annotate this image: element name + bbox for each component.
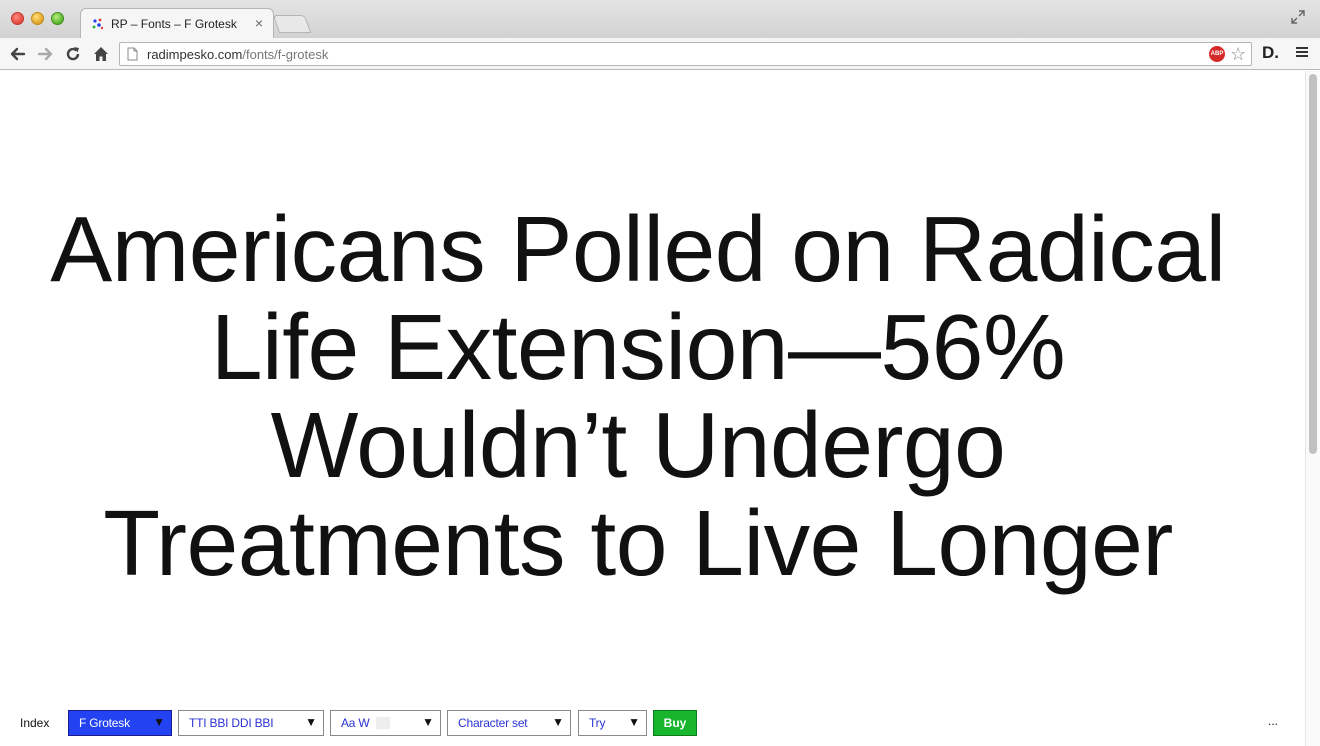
font-styles-select[interactable]: TTI BBI DDI BBI ▼ [178,710,324,736]
reload-icon[interactable] [63,44,83,64]
headline-line: Treatments to Live Longer [103,491,1173,595]
url-domain: radimpesko.com [147,47,243,62]
more-button[interactable]: ... [1268,714,1278,728]
headline-line: Life Extension—56% [210,295,1066,399]
minimize-window-button[interactable] [31,12,44,25]
try-select[interactable]: Try ▼ [578,710,647,736]
character-set-label: Character set [458,716,528,730]
close-window-button[interactable] [11,12,24,25]
chevron-down-icon: ▼ [153,715,165,729]
try-label: Try [589,716,606,730]
url-path: /fonts/f-grotesk [242,47,329,62]
browser-tab[interactable]: RP – Fonts – F Grotesk × [80,8,274,38]
character-set-select[interactable]: Character set ▼ [447,710,571,736]
tab-strip: RP – Fonts – F Grotesk × [0,0,1320,38]
font-family-label: F Grotesk [79,716,130,730]
chevron-down-icon: ▼ [305,715,317,729]
scrollbar[interactable] [1305,71,1320,746]
font-family-select[interactable]: F Grotesk ▼ [68,710,172,736]
chevron-down-icon: ▼ [552,715,564,729]
color-swatch[interactable] [375,717,390,729]
index-link[interactable]: Index [20,716,49,730]
back-icon[interactable] [8,44,28,64]
scrollbar-thumb[interactable] [1309,74,1317,454]
specimen-headline[interactable]: Americans Polled on Radical Life Extensi… [0,200,1276,592]
close-icon[interactable]: × [255,15,263,31]
headline-line: Wouldn’t Undergo [270,393,1006,497]
font-controls-bar: Index F Grotesk ▼ TTI BBI DDI BBI ▼ Aa W… [0,710,1305,740]
menu-icon[interactable] [1296,46,1308,58]
forward-icon[interactable] [35,44,55,64]
tab-title: RP – Fonts – F Grotesk [111,17,237,31]
chevron-down-icon: ▼ [422,715,434,729]
url-text[interactable]: radimpesko.com/fonts/f-grotesk [147,47,328,62]
favicon-icon [92,18,104,30]
fullscreen-icon[interactable] [1290,9,1306,25]
buy-button[interactable]: Buy [653,710,697,736]
sample-select[interactable]: Aa W ▼ [330,710,441,736]
page-icon [127,47,138,61]
headline-line: Americans Polled on Radical [50,197,1226,301]
home-icon[interactable] [91,44,111,64]
new-tab-button[interactable] [272,15,312,33]
sample-label: Aa W [341,716,370,730]
address-bar[interactable]: radimpesko.com/fonts/f-grotesk ABP ☆ [119,42,1252,66]
zoom-window-button[interactable] [51,12,64,25]
extension-d-icon[interactable]: D. [1262,43,1279,63]
adblock-icon[interactable]: ABP [1209,46,1225,62]
font-styles-label: TTI BBI DDI BBI [189,716,274,730]
browser-toolbar: radimpesko.com/fonts/f-grotesk ABP ☆ D. [0,38,1320,70]
chevron-down-icon: ▼ [628,715,640,729]
star-icon[interactable]: ☆ [1230,44,1246,64]
page-viewport: Americans Polled on Radical Life Extensi… [0,71,1320,746]
